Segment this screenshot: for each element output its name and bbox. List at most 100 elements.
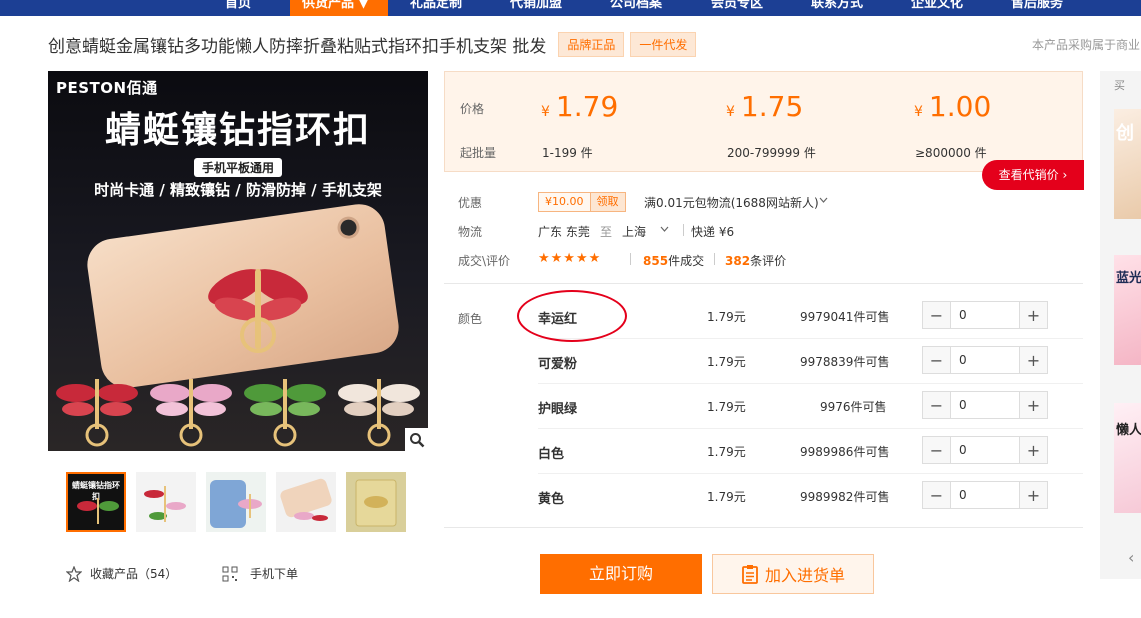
moq-tier-2: 200-799999 件 (727, 146, 816, 160)
related-product-3-text: 懒人 (1116, 423, 1141, 438)
coupon[interactable]: ¥10.00 领取 (538, 192, 626, 212)
image-features: 时尚卡通 / 精致镶钻 / 防滑防掉 / 手机支架 (94, 181, 382, 199)
favorite-count: （54） (138, 567, 178, 581)
sku-name: 护眼绿 (538, 402, 578, 417)
image-badge: 手机平板通用 (193, 158, 282, 177)
quantity-input[interactable]: 0 (951, 392, 1019, 418)
minus-button[interactable]: − (923, 347, 951, 373)
review-count[interactable]: 382条评价 (725, 252, 786, 269)
nav-item-products[interactable]: 供货产品 ▼ (290, 0, 388, 16)
express-fee: 快递 ¥6 (691, 225, 735, 239)
dragonfly-red-icon (56, 379, 138, 447)
thumbnail-dragonflies-icon (144, 486, 186, 522)
view-agent-price-button[interactable]: 查看代销价 › (982, 160, 1084, 190)
thumbnail-phone-ring-icon (280, 478, 332, 521)
brand-genuine-tag: 品牌正品 (558, 31, 625, 57)
thumbnail-4[interactable] (276, 472, 336, 532)
sku-price: 1.79元 (707, 355, 746, 369)
related-label: 买 (1114, 79, 1125, 92)
mobile-order[interactable]: 手机下单 (222, 565, 298, 582)
chevron-right-icon: › (1062, 168, 1068, 182)
thumbnail-strip: 蜻蜓镶钻指环扣 (66, 472, 406, 532)
chevron-down-icon[interactable] (819, 197, 828, 204)
sku-color-label: 颜色 (458, 312, 483, 326)
sku-price: 1.79元 (707, 445, 746, 459)
quantity-input[interactable]: 0 (951, 482, 1019, 508)
chevron-down-icon[interactable] (660, 226, 669, 233)
review-number: 382 (725, 254, 751, 268)
quantity-stepper: − 0 + (922, 436, 1048, 464)
plus-button[interactable]: + (1019, 437, 1047, 463)
buy-now-button[interactable]: 立即订购 (540, 554, 702, 594)
review-suffix: 条评价 (750, 254, 787, 268)
nav-item-service[interactable]: 售后服务 (1011, 0, 1063, 16)
minus-button[interactable]: − (923, 302, 951, 328)
nav-item-contact[interactable]: 联系方式 (811, 0, 863, 16)
qr-code-icon (222, 566, 238, 581)
thumbnail-package-icon (355, 479, 397, 527)
nav-item-members[interactable]: 会员专区 (711, 0, 763, 16)
coupon-claim-button[interactable]: 领取 (589, 193, 625, 211)
moq-tier-1: 1-199 件 (542, 146, 593, 160)
dragonfly-green-icon (244, 379, 326, 447)
clipboard-icon (742, 565, 758, 584)
minus-button[interactable]: − (923, 437, 951, 463)
quantity-input[interactable]: 0 (951, 437, 1019, 463)
sku-stock: 9976件可售 (820, 400, 887, 414)
nav-item-agency[interactable]: 代销加盟 (510, 0, 562, 16)
sku-price: 1.79元 (707, 400, 746, 414)
zoom-button[interactable] (405, 428, 428, 451)
magnifier-icon (409, 432, 424, 447)
favorite-product[interactable]: 收藏产品 （54） (66, 565, 177, 582)
image-badge-wrap: 手机平板通用 (48, 157, 428, 177)
dragonfly-ring-icon (208, 269, 308, 353)
logistics-label: 物流 (458, 225, 483, 239)
quantity-stepper: − 0 + (922, 301, 1048, 329)
currency-symbol: ¥ (541, 104, 550, 120)
brand-logo: PESTON佰通 (56, 79, 158, 97)
chevron-down-icon: ▼ (358, 0, 369, 11)
sku-name: 可爱粉 (538, 357, 578, 372)
ship-to-select[interactable]: 上海 (622, 223, 646, 240)
quantity-input[interactable]: 0 (951, 347, 1019, 373)
dragonfly-pink-icon (150, 379, 232, 447)
sku-row: 护眼绿 1.79元 9976件可售 − 0 + (538, 384, 1083, 429)
plus-button[interactable]: + (1019, 482, 1047, 508)
ship-from: 广东 东莞 (538, 225, 590, 239)
nav-item-gifts[interactable]: 礼品定制 (410, 0, 462, 16)
chevron-left-icon[interactable]: ‹ (1128, 548, 1134, 567)
thumbnail-1[interactable]: 蜻蜓镶钻指环扣 (66, 472, 126, 532)
sku-row: 黄色 1.79元 9989982件可售 − 0 + (538, 474, 1083, 519)
plus-button[interactable]: + (1019, 302, 1047, 328)
section-divider (444, 527, 1083, 528)
nav-item-home[interactable]: 首页 (225, 0, 251, 16)
thumbnail-3[interactable] (206, 472, 266, 532)
main-product-image[interactable]: PESTON佰通 蜻蜓镶钻指环扣 手机平板通用 时尚卡通 / 精致镶钻 / 防滑… (48, 71, 428, 451)
price-label: 价格 (460, 102, 485, 116)
sku-stock: 9978839件可售 (800, 355, 890, 369)
title-row: 创意蜻蜓金属镶钻多功能懒人防摔折叠粘贴式指环扣手机支架 批发 品牌正品 一件代发 (48, 30, 697, 58)
deals-number: 855 (643, 254, 669, 268)
price-tier-1-value: 1.79 (555, 90, 619, 123)
price-tier-1: ¥1.79 (541, 90, 618, 123)
sku-row: 可爱粉 1.79元 9978839件可售 − 0 + (538, 339, 1083, 384)
nav-item-company[interactable]: 公司档案 (610, 0, 662, 16)
add-to-purchase-list-button[interactable]: 加入进货单 (712, 554, 874, 594)
thumbnail-5[interactable] (346, 472, 406, 532)
plus-button[interactable]: + (1019, 347, 1047, 373)
quantity-stepper: − 0 + (922, 346, 1048, 374)
minus-button[interactable]: − (923, 392, 951, 418)
thumbnail-2[interactable] (136, 472, 196, 532)
deals-count[interactable]: 855件成交 (643, 252, 704, 269)
star-outline-icon (66, 565, 82, 582)
divider (683, 224, 684, 236)
moq-label: 起批量 (460, 146, 497, 160)
price-box: 价格 起批量 ¥1.79 ¥1.75 ¥1.00 1-199 件 200-799… (444, 71, 1083, 172)
minus-button[interactable]: − (923, 482, 951, 508)
sku-row: 白色 1.79元 9989986件可售 − 0 + (538, 429, 1083, 474)
moq-tier-3: ≥800000 件 (915, 146, 987, 160)
nav-item-culture[interactable]: 企业文化 (911, 0, 963, 16)
divider (630, 253, 631, 265)
quantity-input[interactable]: 0 (951, 302, 1019, 328)
plus-button[interactable]: + (1019, 392, 1047, 418)
